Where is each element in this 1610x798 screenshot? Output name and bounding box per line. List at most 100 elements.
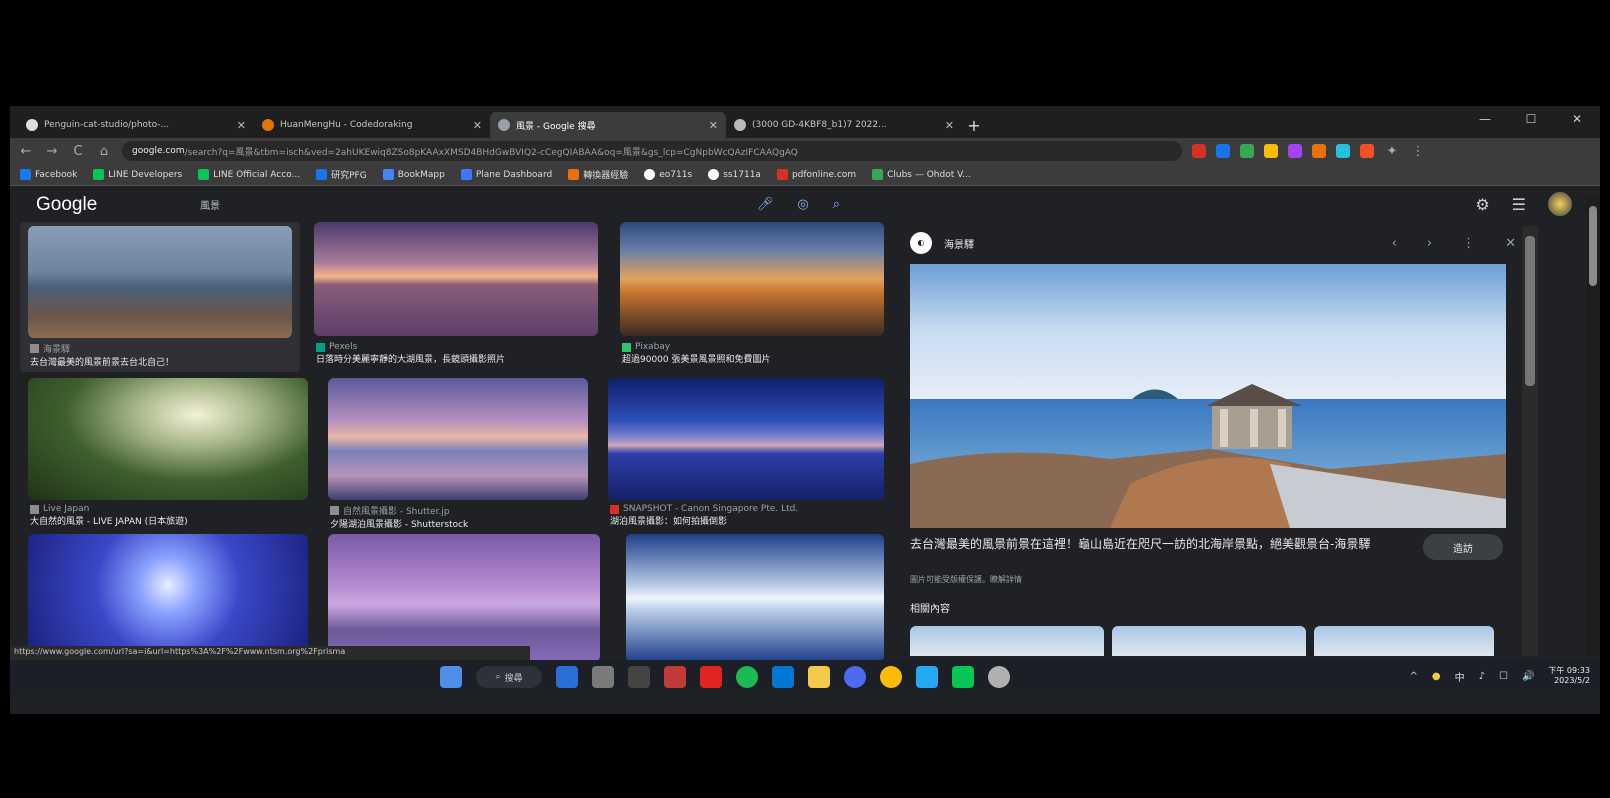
- related-thumbnail[interactable]: [1314, 626, 1494, 656]
- tray-app-icon[interactable]: ♪: [1479, 671, 1485, 682]
- copyright-note[interactable]: 圖片可能受版權保護。瞭解詳情: [910, 574, 1022, 585]
- mic-icon[interactable]: 🎤︎: [757, 197, 774, 212]
- image-result[interactable]: Pexels 日落時分美麗寧靜的大湖風景，長鏡頭攝影照片: [306, 222, 606, 372]
- settings-icon[interactable]: ⚙: [1475, 195, 1489, 214]
- bookmark-item[interactable]: eo711s: [644, 169, 692, 180]
- app-icon[interactable]: [772, 666, 794, 688]
- network-icon[interactable]: ☐: [1499, 671, 1508, 682]
- previous-icon[interactable]: ‹: [1392, 236, 1397, 251]
- extension-icon[interactable]: [1192, 144, 1206, 158]
- result-thumbnail[interactable]: [608, 378, 884, 500]
- reload-button[interactable]: C: [70, 144, 86, 159]
- scrollbar-thumb[interactable]: [1589, 206, 1597, 286]
- back-button[interactable]: ←: [18, 144, 34, 159]
- volume-icon[interactable]: 🔊: [1522, 671, 1534, 682]
- chrome-icon[interactable]: [880, 666, 902, 688]
- result-title[interactable]: 大自然的風景 - LIVE JAPAN (日本旅遊): [30, 514, 308, 527]
- app-icon[interactable]: [664, 666, 686, 688]
- bookmark-item[interactable]: pdfonline.com: [776, 169, 856, 180]
- tab-close-icon[interactable]: ✕: [473, 119, 482, 132]
- file-explorer-icon[interactable]: [808, 666, 830, 688]
- extension-icon[interactable]: [1312, 144, 1326, 158]
- app-icon[interactable]: [988, 666, 1010, 688]
- extension-icon[interactable]: [1240, 144, 1254, 158]
- bookmark-item[interactable]: 轉換器經驗: [568, 168, 628, 181]
- image-result[interactable]: [618, 534, 892, 662]
- close-icon[interactable]: ✕: [1505, 236, 1516, 251]
- result-thumbnail[interactable]: [328, 378, 588, 500]
- result-thumbnail[interactable]: [28, 226, 292, 338]
- bookmark-item[interactable]: Clubs — Ohdot V...: [872, 169, 971, 180]
- start-icon[interactable]: [440, 666, 462, 688]
- clock[interactable]: 下午 09:33 2023/5/2: [1548, 666, 1590, 686]
- line-icon[interactable]: [952, 666, 974, 688]
- result-title[interactable]: 夕陽湖泊風景攝影 - Shutterstock: [330, 517, 588, 528]
- browser-tab-4[interactable]: (3000 GD-4KBF8_b1)7 2022... ✕: [726, 112, 962, 138]
- result-thumbnail[interactable]: [314, 222, 598, 336]
- bookmark-item[interactable]: Facebook: [20, 169, 77, 180]
- settings-app-icon[interactable]: [592, 666, 614, 688]
- image-result[interactable]: [320, 534, 608, 662]
- image-result[interactable]: Pixabay 超過90000 張美景風景照和免費圖片: [612, 222, 892, 372]
- avatar[interactable]: [1548, 192, 1572, 216]
- browser-tab-1[interactable]: Penguin-cat-studio/photo-... ✕: [18, 112, 254, 138]
- browser-tab-3[interactable]: 風景 - Google 搜尋 ✕: [490, 112, 726, 138]
- bookmark-item[interactable]: BookMapp: [382, 169, 445, 180]
- address-bar[interactable]: google.com /search?q=風景&tbm=isch&ved=2ah…: [122, 141, 1182, 161]
- image-result[interactable]: SNAPSHOT - Canon Singapore Pte. Ltd. 湖泊風…: [600, 378, 892, 528]
- result-thumbnail[interactable]: [626, 534, 884, 662]
- minimize-button[interactable]: —: [1462, 106, 1508, 132]
- page-scrollbar[interactable]: [1586, 196, 1600, 656]
- result-thumbnail[interactable]: [28, 534, 308, 662]
- image-result[interactable]: 海景驛 去台灣最美的風景前景去台北自己！: [20, 222, 300, 372]
- result-title[interactable]: 去台灣最美的風景前景去台北自己！: [30, 355, 292, 368]
- widgets-icon[interactable]: [556, 666, 578, 688]
- result-title[interactable]: 湖泊風景攝影：如何拍攝倒影: [610, 514, 884, 527]
- lens-icon[interactable]: ◎: [797, 197, 808, 212]
- youtube-icon[interactable]: [700, 666, 722, 688]
- tray-overflow-icon[interactable]: ^: [1409, 671, 1417, 682]
- preview-image[interactable]: [910, 264, 1506, 528]
- extension-icon[interactable]: [1216, 144, 1230, 158]
- new-tab-button[interactable]: +: [962, 112, 986, 138]
- close-window-button[interactable]: ✕: [1554, 106, 1600, 132]
- tab-close-icon[interactable]: ✕: [709, 119, 718, 132]
- forward-button[interactable]: →: [44, 144, 60, 159]
- tab-close-icon[interactable]: ✕: [237, 119, 246, 132]
- bookmark-item[interactable]: LINE Official Acco...: [198, 169, 300, 180]
- extension-icon[interactable]: [1288, 144, 1302, 158]
- tab-close-icon[interactable]: ✕: [945, 119, 954, 132]
- search-box[interactable]: 風景 🎤︎ ◎ ⌕: [180, 192, 860, 216]
- panel-scrollbar[interactable]: [1522, 226, 1538, 656]
- next-icon[interactable]: ›: [1427, 236, 1432, 251]
- vscode-icon[interactable]: [916, 666, 938, 688]
- more-icon[interactable]: ⋮: [1462, 236, 1475, 251]
- visit-button[interactable]: 造訪: [1423, 534, 1503, 560]
- scrollbar-thumb[interactable]: [1525, 236, 1535, 386]
- spotify-icon[interactable]: [736, 666, 758, 688]
- result-title[interactable]: 日落時分美麗寧靜的大湖風景，長鏡頭攝影照片: [316, 352, 598, 365]
- related-thumbnail[interactable]: [910, 626, 1104, 656]
- menu-icon[interactable]: ⋮: [1410, 144, 1426, 159]
- browser-tab-2[interactable]: HuanMengHu - Codedoraking ✕: [254, 112, 490, 138]
- google-logo[interactable]: Google: [36, 194, 97, 216]
- taskbar-search[interactable]: ⌕ 搜尋: [476, 666, 542, 688]
- preview-title[interactable]: 去台灣最美的風景前景在這裡！龜山島近在咫尺一訪的北海岸景點，絕美觀景台-海景驛: [910, 536, 1410, 553]
- app-icon[interactable]: [628, 666, 650, 688]
- maximize-button[interactable]: ☐: [1508, 106, 1554, 132]
- related-thumbnail[interactable]: [1112, 626, 1306, 656]
- puzzle-icon[interactable]: ✦: [1384, 144, 1400, 159]
- extension-icon[interactable]: [1360, 144, 1374, 158]
- panel-source[interactable]: 海景驛: [944, 236, 974, 251]
- image-result[interactable]: Live Japan 大自然的風景 - LIVE JAPAN (日本旅遊): [20, 378, 316, 528]
- apps-icon[interactable]: ☰: [1512, 195, 1526, 214]
- extension-icon[interactable]: [1336, 144, 1350, 158]
- result-thumbnail[interactable]: [620, 222, 884, 336]
- bookmark-item[interactable]: LINE Developers: [93, 169, 182, 180]
- result-thumbnail[interactable]: [28, 378, 308, 500]
- extension-icon[interactable]: [1264, 144, 1278, 158]
- bookmark-item[interactable]: ss1711a: [708, 169, 761, 180]
- discord-icon[interactable]: [844, 666, 866, 688]
- bookmark-item[interactable]: Plane Dashboard: [460, 169, 552, 180]
- image-result[interactable]: [20, 534, 316, 662]
